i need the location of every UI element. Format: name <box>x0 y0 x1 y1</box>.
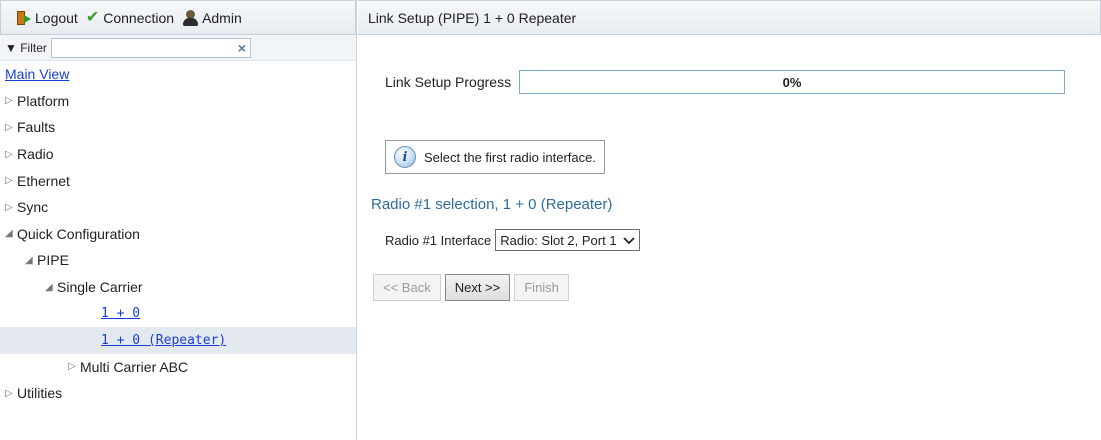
content-panel: Link Setup (PIPE) 1 + 0 Repeater Link Se… <box>358 0 1101 440</box>
navigation-tree: Main View ▷ Platform ▷ Faults ▷ Radio ▷ … <box>0 61 356 407</box>
wizard-buttons: << Back Next >> Finish <box>373 274 569 301</box>
tree-item-pipe[interactable]: ◢ PIPE <box>0 247 356 274</box>
expand-arrow-icon[interactable]: ▷ <box>5 175 17 186</box>
progress-row: Link Setup Progress 0% <box>385 70 1066 94</box>
tree-item-label: Platform <box>17 92 70 109</box>
tree-item-ethernet[interactable]: ▷ Ethernet <box>0 167 356 194</box>
collapse-arrow-icon[interactable]: ◢ <box>25 255 37 266</box>
tree-item-multi-carrier-abc[interactable]: ▷ Multi Carrier ABC <box>0 354 356 381</box>
info-message-box: i Select the first radio interface. <box>385 140 605 174</box>
logout-door-icon <box>15 10 31 26</box>
info-message: Select the first radio interface. <box>424 149 596 165</box>
tree-item-main-view[interactable]: Main View <box>0 61 356 88</box>
expand-arrow-icon[interactable]: ▷ <box>5 122 17 133</box>
navigation-panel: Logout ✔ Connection Admin ▼ Filter × Mai… <box>0 0 357 440</box>
filter-input[interactable] <box>51 38 238 57</box>
admin-user-icon <box>182 9 199 26</box>
next-button[interactable]: Next >> <box>444 274 511 301</box>
expand-arrow-icon[interactable]: ▷ <box>5 388 17 399</box>
finish-button[interactable]: Finish <box>514 274 569 301</box>
logout-button[interactable]: Logout <box>15 10 78 26</box>
tree-item-label: Sync <box>17 199 49 216</box>
interface-row: Radio #1 Interface Radio: Slot 2, Port 1 <box>385 229 640 251</box>
expand-arrow-icon[interactable]: ▷ <box>5 149 17 160</box>
progress-text: 0% <box>782 74 802 90</box>
tree-item-label: Multi Carrier ABC <box>80 358 189 375</box>
logout-label: Logout <box>35 9 78 26</box>
collapse-arrow-icon[interactable]: ◢ <box>45 282 57 293</box>
expand-arrow-icon[interactable]: ▷ <box>5 95 17 106</box>
interface-label: Radio #1 Interface <box>385 232 492 248</box>
filter-toggle[interactable]: ▼ Filter <box>5 41 47 55</box>
tree-item-utilities[interactable]: ▷ Utilities <box>0 380 356 407</box>
tree-item-label[interactable]: 1 + 0 <box>101 306 140 321</box>
checkmark-icon: ✔ <box>85 8 100 26</box>
tree-item-1-plus-0[interactable]: 1 + 0 <box>0 300 356 327</box>
back-button[interactable]: << Back <box>373 274 441 301</box>
tree-item-quick-configuration[interactable]: ◢ Quick Configuration <box>0 221 356 248</box>
tree-item-label[interactable]: 1 + 0 (Repeater) <box>101 333 226 348</box>
expand-arrow-icon[interactable]: ▷ <box>5 202 17 213</box>
section-title: Radio #1 selection, 1 + 0 (Repeater) <box>371 196 613 213</box>
interface-select-value: Radio: Slot 2, Port 1 <box>500 232 617 248</box>
top-toolbar: Logout ✔ Connection Admin <box>0 0 356 35</box>
admin-label: Admin <box>202 9 242 26</box>
page-title: Link Setup (PIPE) 1 + 0 Repeater <box>358 0 1101 35</box>
tree-item-label: Faults <box>17 119 56 136</box>
tree-item-label: Quick Configuration <box>17 225 140 242</box>
tree-item-single-carrier[interactable]: ◢ Single Carrier <box>0 274 356 301</box>
progress-bar: 0% <box>519 70 1066 94</box>
connection-label: Connection <box>103 9 175 26</box>
tree-item-label: Utilities <box>17 385 63 402</box>
info-icon: i <box>394 146 416 168</box>
filter-bar: ▼ Filter × <box>0 35 356 61</box>
admin-button[interactable]: Admin <box>182 9 242 26</box>
tree-item-platform[interactable]: ▷ Platform <box>0 88 356 115</box>
tree-item-label[interactable]: Main View <box>5 66 69 82</box>
collapse-arrow-icon[interactable]: ◢ <box>5 228 17 239</box>
interface-select[interactable]: Radio: Slot 2, Port 1 <box>495 229 640 251</box>
tree-item-1-plus-0-repeater[interactable]: 1 + 0 (Repeater) <box>0 326 356 354</box>
tree-item-label: Radio <box>17 146 54 163</box>
tree-item-sync[interactable]: ▷ Sync <box>0 194 356 221</box>
chevron-down-icon <box>622 233 635 248</box>
progress-label: Link Setup Progress <box>385 74 512 90</box>
tree-item-label: Single Carrier <box>57 279 143 296</box>
tree-item-radio[interactable]: ▷ Radio <box>0 141 356 168</box>
tree-item-label: Ethernet <box>17 172 70 189</box>
tree-item-label: PIPE <box>37 252 69 269</box>
connection-button[interactable]: ✔ Connection <box>85 8 175 26</box>
expand-arrow-icon[interactable]: ▷ <box>68 361 80 372</box>
filter-box: × <box>50 37 251 58</box>
tree-item-faults[interactable]: ▷ Faults <box>0 114 356 141</box>
close-icon[interactable]: × <box>238 41 246 55</box>
